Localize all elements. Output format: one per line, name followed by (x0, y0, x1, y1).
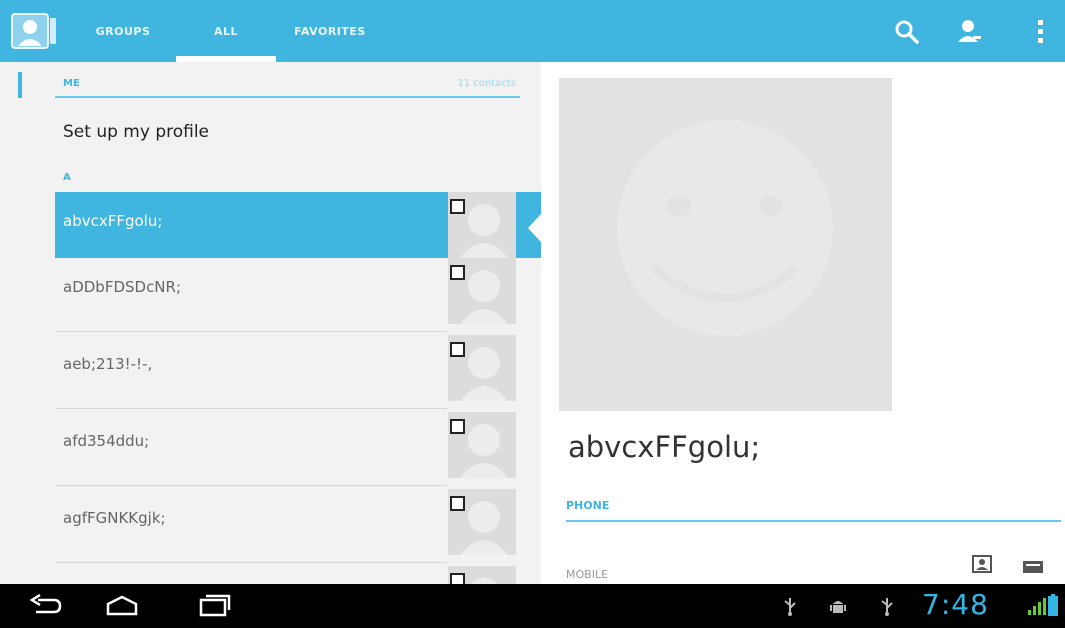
contact-name: abvcxFFgolu; (63, 212, 163, 230)
contact-list-item[interactable]: aDDbFDSDcNR; (55, 258, 520, 324)
battery-icon (1048, 594, 1058, 616)
contact-detail: abvcxFFgolu; PHONE MOBILE (541, 62, 1065, 584)
contact-list-item[interactable]: aeb;213!-!-, (55, 335, 520, 401)
contacts-app-icon[interactable] (10, 12, 58, 52)
section-header-a: A (55, 170, 520, 190)
search-icon[interactable] (893, 18, 921, 46)
selection-arrow (528, 214, 541, 242)
scroll-indicator[interactable] (18, 72, 22, 98)
section-header-label: ME (63, 78, 80, 89)
contact-checkbox[interactable] (450, 419, 465, 434)
tab-groups[interactable]: GROUPS (78, 0, 168, 62)
recent-apps-icon[interactable] (197, 594, 233, 618)
add-contact-icon[interactable] (955, 18, 983, 46)
phone-section-label: PHONE (566, 499, 610, 512)
signal-icon (1027, 596, 1047, 616)
section-header-label: A (63, 172, 71, 183)
contact-name-heading: abvcxFFgolu; (568, 430, 761, 464)
status-clock: 7:48 (922, 588, 989, 621)
contact-list-item[interactable]: abvcxFFgolu; (55, 192, 541, 258)
setup-profile-item[interactable]: Set up my profile (55, 112, 520, 154)
contact-list-item[interactable]: afd354ddu; (55, 412, 520, 478)
contact-name: aDDbFDSDcNR; (63, 278, 182, 296)
system-bar: 7:48 (0, 584, 1065, 628)
row-divider (55, 331, 447, 332)
contact-card-icon[interactable] (971, 554, 995, 576)
contact-name: agfFGNKKgjk; (63, 509, 166, 527)
back-icon[interactable] (28, 593, 64, 618)
contact-checkbox[interactable] (450, 199, 465, 214)
overflow-menu-icon[interactable] (1030, 18, 1050, 46)
contact-name: aeb;213!-!-, (63, 355, 153, 373)
tab-favorites-label: FAVORITES (294, 24, 366, 38)
tab-all-label: ALL (213, 24, 239, 38)
section-header-me: ME 11 contacts (55, 76, 520, 98)
contact-checkbox[interactable] (450, 342, 465, 357)
tab-favorites[interactable]: FAVORITES (280, 0, 380, 62)
row-divider (55, 408, 447, 409)
usb-icon (782, 596, 798, 616)
row-divider (55, 485, 447, 486)
action-bar: GROUPS ALL FAVORITES (0, 0, 1065, 62)
mobile-label: MOBILE (566, 568, 609, 581)
message-icon[interactable] (1021, 556, 1045, 578)
home-icon[interactable] (104, 594, 140, 618)
contact-count: 11 contacts (457, 78, 516, 89)
usb-icon (879, 596, 895, 616)
tab-all[interactable]: ALL (176, 0, 276, 62)
contact-checkbox[interactable] (450, 265, 465, 280)
setup-profile-label: Set up my profile (63, 122, 210, 142)
contact-list[interactable]: ME 11 contacts Set up my profile A abvcx… (0, 62, 541, 584)
android-debug-icon (830, 596, 846, 616)
contact-photo[interactable] (559, 78, 892, 411)
contact-list-item[interactable]: agfFGNKKgjk; (55, 489, 520, 555)
contact-name: afd354ddu; (63, 432, 150, 450)
tab-groups-label: GROUPS (95, 24, 151, 38)
row-divider (55, 562, 447, 563)
contact-list-item[interactable]: And (55, 566, 520, 584)
contact-checkbox[interactable] (450, 496, 465, 511)
contact-checkbox[interactable] (450, 573, 465, 584)
phone-section-header: PHONE (566, 496, 1061, 522)
